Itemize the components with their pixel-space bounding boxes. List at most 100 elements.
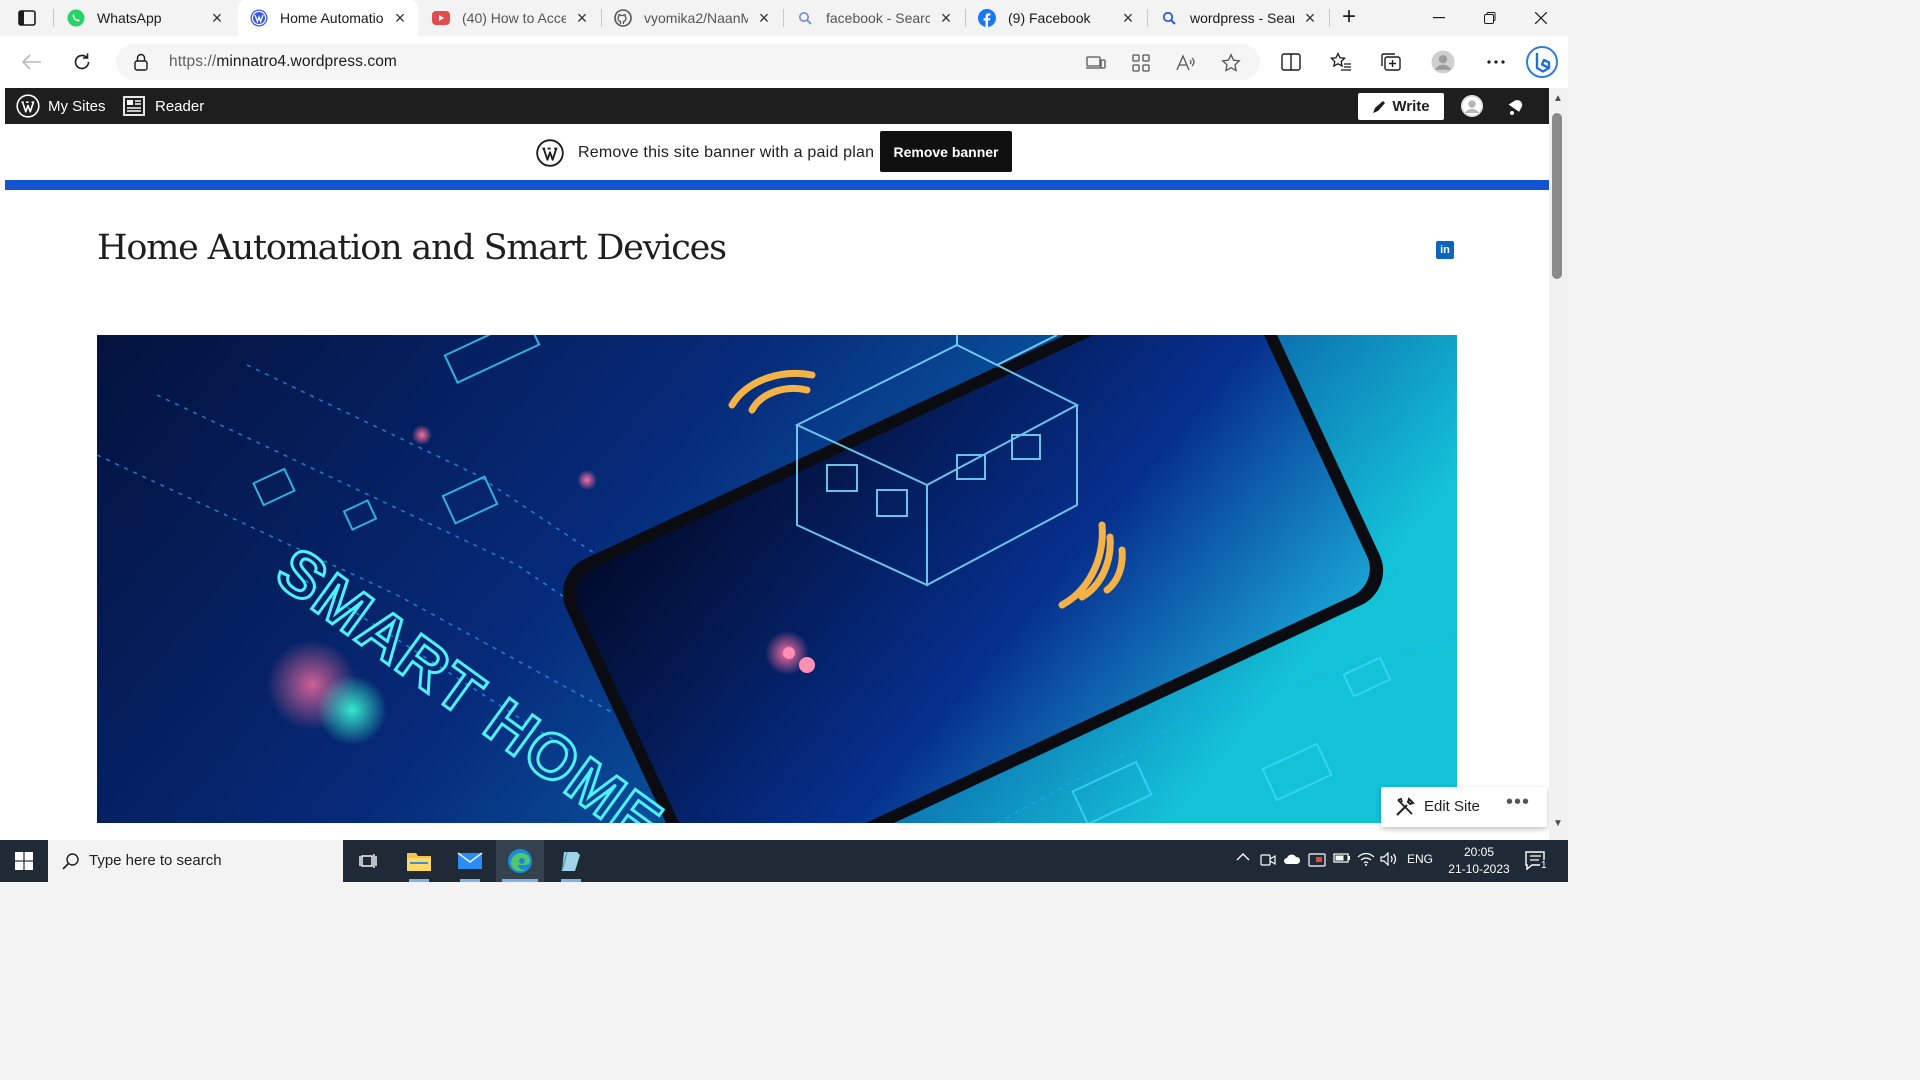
- reader-icon[interactable]: [123, 96, 145, 116]
- page-scrollbar[interactable]: ▲ ▼: [1549, 88, 1568, 840]
- notes-icon: [561, 851, 580, 872]
- youtube-icon: [432, 9, 450, 27]
- notes-app-button[interactable]: [547, 840, 595, 882]
- search-icon: [1160, 9, 1178, 27]
- user-avatar[interactable]: [1461, 95, 1483, 117]
- lock-icon[interactable]: [134, 53, 148, 76]
- wordpress-logo-icon[interactable]: [16, 94, 40, 118]
- tab-title: wordpress - Searc: [1190, 10, 1294, 26]
- remove-banner-button[interactable]: Remove banner: [880, 131, 1012, 172]
- close-icon[interactable]: ×: [756, 9, 772, 27]
- scroll-up-arrow-icon[interactable]: ▲: [1553, 93, 1563, 104]
- folder-icon: [407, 853, 431, 871]
- wifi-icon[interactable]: [1357, 852, 1375, 866]
- more-menu-icon[interactable]: [1484, 50, 1508, 74]
- search-icon: [62, 853, 79, 870]
- language-indicator[interactable]: ENG: [1407, 852, 1433, 866]
- windows-logo-icon: [15, 852, 33, 870]
- tab-title: Home Automation: [280, 10, 384, 26]
- clock-date: 21-10-2023: [1448, 862, 1510, 876]
- tab-title: (40) How to Acces: [462, 10, 566, 26]
- site-title[interactable]: Home Automation and Smart Devices: [97, 228, 727, 268]
- more-options-icon[interactable]: •••: [1503, 792, 1533, 817]
- search-icon: [796, 9, 814, 27]
- wordpress-icon: [250, 9, 268, 27]
- minimize-button[interactable]: [1414, 0, 1464, 36]
- tab-youtube[interactable]: (40) How to Acces ×: [420, 0, 600, 36]
- taskbar-search-box[interactable]: Type here to search: [48, 840, 343, 882]
- tab-wordpress-search[interactable]: wordpress - Searc ×: [1148, 0, 1328, 36]
- close-icon[interactable]: ×: [209, 9, 225, 27]
- mail-button[interactable]: [446, 840, 494, 882]
- task-view-button[interactable]: [344, 840, 392, 882]
- upgrade-banner: Remove this site banner with a paid plan…: [5, 124, 1549, 180]
- notifications-bell-icon[interactable]: [1505, 96, 1527, 116]
- read-aloud-icon[interactable]: [1176, 53, 1196, 73]
- tab-github[interactable]: vyomika2/NaanM ×: [602, 0, 782, 36]
- apps-icon[interactable]: [1131, 53, 1151, 73]
- battery-icon[interactable]: [1333, 852, 1351, 864]
- file-explorer-button[interactable]: [395, 840, 443, 882]
- favorites-icon[interactable]: [1329, 50, 1353, 74]
- write-button[interactable]: Write: [1358, 93, 1444, 120]
- volume-icon[interactable]: [1380, 852, 1398, 866]
- profile-avatar[interactable]: [1431, 50, 1455, 74]
- write-label: Write: [1392, 98, 1430, 115]
- hero-image: SMART HOME: [97, 335, 1457, 823]
- notification-center-button[interactable]: 1: [1524, 850, 1548, 872]
- bing-copilot-icon[interactable]: [1526, 46, 1558, 78]
- mail-icon: [457, 852, 483, 869]
- page-viewport: My Sites Reader Write Remove this site b…: [0, 88, 1568, 840]
- refresh-button[interactable]: [66, 46, 98, 78]
- back-button[interactable]: [16, 46, 48, 78]
- tools-icon[interactable]: [1395, 797, 1415, 817]
- close-icon[interactable]: ×: [574, 9, 590, 27]
- my-sites-link[interactable]: My Sites: [48, 98, 106, 115]
- tab-facebook[interactable]: (9) Facebook ×: [966, 0, 1146, 36]
- tab-whatsapp[interactable]: WhatsApp ×: [55, 0, 235, 36]
- favorite-star-icon[interactable]: [1221, 53, 1241, 73]
- meet-now-icon[interactable]: [1260, 852, 1276, 868]
- reader-link[interactable]: Reader: [155, 98, 204, 115]
- facebook-icon: [978, 9, 996, 27]
- browser-toolbar: https://minnatro4.wordpress.com: [0, 36, 1568, 88]
- tab-home-automation[interactable]: Home Automation ×: [238, 0, 418, 36]
- close-icon[interactable]: ×: [1302, 9, 1318, 27]
- url-text[interactable]: https://minnatro4.wordpress.com: [169, 53, 397, 71]
- pen-icon: [1373, 100, 1386, 113]
- edge-button[interactable]: [496, 840, 544, 882]
- windows-taskbar: Type here to search ENG 20:05 21-10-2023: [0, 840, 1568, 882]
- new-tab-button[interactable]: +: [1336, 5, 1362, 31]
- wordpress-logo-icon: [536, 139, 564, 167]
- linkedin-icon[interactable]: in: [1436, 241, 1454, 259]
- security-icon[interactable]: [1308, 852, 1326, 868]
- notification-count: 1: [1540, 860, 1548, 871]
- clock[interactable]: 20:05 21-10-2023: [1444, 844, 1514, 878]
- edit-site-bar: Edit Site •••: [1381, 787, 1547, 827]
- restore-button[interactable]: [1465, 0, 1515, 36]
- close-window-button[interactable]: [1516, 0, 1566, 36]
- banner-divider: [5, 180, 1549, 190]
- address-bar[interactable]: https://minnatro4.wordpress.com: [116, 44, 1260, 80]
- device-icon[interactable]: [1086, 53, 1106, 73]
- edit-site-button[interactable]: Edit Site: [1424, 798, 1480, 815]
- tab-title: vyomika2/NaanM: [644, 10, 748, 26]
- tab-title: WhatsApp: [97, 10, 162, 26]
- scroll-down-arrow-icon[interactable]: ▼: [1553, 818, 1563, 829]
- cloud-sync-icon[interactable]: [1283, 852, 1301, 866]
- scroll-thumb[interactable]: [1552, 113, 1562, 279]
- show-hidden-icons-button[interactable]: [1236, 852, 1250, 862]
- tab-title: facebook - Search: [826, 10, 930, 26]
- task-view-icon: [359, 854, 377, 868]
- wp-admin-bar: My Sites Reader Write: [5, 88, 1549, 124]
- tab-actions-button[interactable]: [12, 6, 42, 30]
- banner-text: Remove this site banner with a paid plan: [578, 144, 875, 161]
- tab-strip: WhatsApp × Home Automation × (40) How to…: [0, 0, 1568, 36]
- close-icon[interactable]: ×: [392, 9, 408, 27]
- close-icon[interactable]: ×: [1120, 9, 1136, 27]
- close-icon[interactable]: ×: [938, 9, 954, 27]
- start-button[interactable]: [0, 840, 48, 882]
- tab-facebook-search[interactable]: facebook - Search ×: [784, 0, 964, 36]
- split-screen-icon[interactable]: [1279, 50, 1303, 74]
- collections-icon[interactable]: [1379, 50, 1403, 74]
